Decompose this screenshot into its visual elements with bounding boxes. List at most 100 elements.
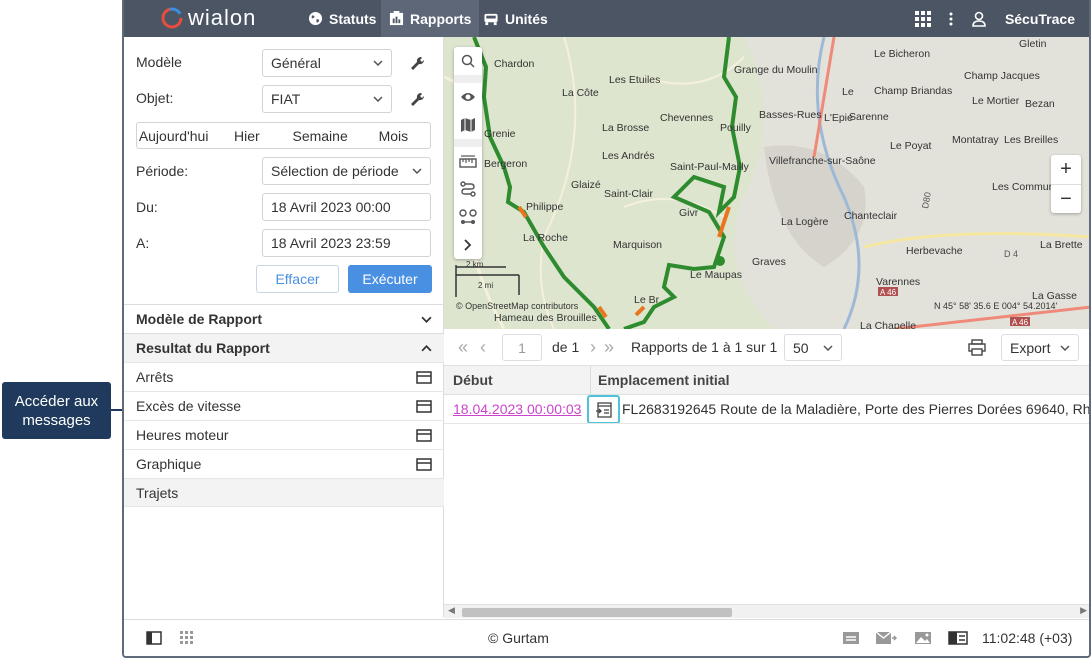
route-button[interactable] [454, 175, 482, 203]
table-view-icon[interactable] [416, 428, 432, 442]
nav-statuts[interactable]: Statuts [300, 0, 384, 37]
more-vertical-icon[interactable] [949, 12, 953, 26]
image-icon[interactable] [914, 631, 932, 645]
first-page-icon[interactable]: « [458, 337, 468, 358]
print-icon[interactable] [968, 339, 986, 356]
scroll-right-icon[interactable]: ▶ [1080, 605, 1087, 616]
nav-unites[interactable]: Unités [475, 0, 556, 37]
unit-panel-icon[interactable] [948, 631, 968, 645]
zoom-out-button[interactable]: − [1051, 184, 1081, 213]
zoom-controls: + − [1051, 155, 1081, 213]
route-icon [460, 181, 476, 197]
quick-today[interactable]: Aujourd'hui [137, 123, 210, 148]
road-label-a46: A 46 [1012, 318, 1029, 327]
column-header-emplacement[interactable]: Emplacement initial [598, 372, 729, 388]
report-template-section[interactable]: Modèle de Rapport [124, 304, 444, 333]
start-location[interactable]: FL2683192645 Route de la Maladière, Port… [622, 401, 1089, 417]
export-button[interactable]: Export [1001, 334, 1079, 361]
apps-grid-icon[interactable] [180, 631, 194, 645]
place-label: Le [842, 86, 854, 98]
place-label: Marquison [613, 239, 662, 251]
place-label: Pouilly [720, 122, 752, 134]
scroll-left-icon[interactable]: ◀ [448, 605, 455, 616]
page-input[interactable]: 1 [502, 334, 542, 361]
chevron-down-icon [373, 60, 383, 66]
modele-select[interactable]: Général [262, 49, 392, 77]
place-label: Chanteclair [844, 210, 898, 222]
result-item-heures-moteur[interactable]: Heures moteur [124, 420, 444, 449]
globe-icon [308, 11, 323, 26]
geofence-button[interactable] [454, 203, 482, 231]
map-view[interactable]: Chardon Grange du Moulin Le Bicheron Gle… [444, 37, 1089, 329]
next-page-icon[interactable]: › [590, 337, 596, 358]
messages-button[interactable] [587, 395, 620, 423]
map-icon [461, 118, 475, 132]
wialon-app: wialon Statuts Rapports Unités SécuTrace… [122, 0, 1091, 658]
a-label: A: [136, 235, 150, 251]
result-item-label: Trajets [136, 484, 179, 501]
chevron-right-icon [464, 239, 472, 251]
search-map-button[interactable] [454, 47, 482, 75]
per-page-select[interactable]: 50 [784, 334, 842, 361]
expand-toolbar-button[interactable] [454, 231, 482, 259]
panel-toggle-icon[interactable] [146, 631, 162, 645]
column-header-debut[interactable]: Début [453, 372, 493, 388]
place-label: Le Bicheron [874, 48, 930, 60]
place-label: Les Breilles [1004, 134, 1058, 146]
place-label: La Chapelle [860, 320, 916, 329]
table-view-icon[interactable] [416, 399, 432, 413]
scale-mi-label: 2 mi [478, 281, 493, 290]
scrollbar-thumb[interactable] [462, 608, 732, 617]
start-time-link[interactable]: 18.04.2023 00:00:03 [453, 401, 581, 417]
results-toolbar: « ‹ 1 de 1 › » Rapports de 1 à 1 sur 1 5… [444, 329, 1089, 366]
ruler-button[interactable] [454, 147, 482, 175]
prev-page-icon[interactable]: ‹ [480, 337, 486, 358]
execute-button[interactable]: Exécuter [348, 265, 432, 293]
messages-icon [595, 401, 612, 418]
place-label: La Brette [1040, 239, 1083, 251]
modele-label: Modèle [136, 54, 182, 70]
result-item-trajets[interactable]: Trajets [124, 478, 444, 507]
zoom-in-button[interactable]: + [1051, 155, 1081, 184]
nav-statuts-label: Statuts [329, 10, 377, 27]
place-label: Herbevache [906, 245, 963, 257]
quick-period-selector: Aujourd'hui Hier Semaine Mois [136, 122, 431, 149]
notifications-icon[interactable] [842, 631, 860, 645]
chevron-down-icon [823, 344, 833, 351]
periode-select[interactable]: Sélection de période [262, 157, 431, 185]
user-icon[interactable] [971, 11, 987, 27]
last-page-icon[interactable]: » [604, 337, 614, 358]
car-icon [484, 13, 498, 26]
horizontal-scrollbar[interactable]: ◀ ▶ [444, 604, 1089, 618]
place-label: Le Mortier [972, 95, 1020, 107]
place-label: Montatray [952, 134, 999, 146]
place-label: Bergeron [484, 158, 527, 170]
clear-button[interactable]: Effacer [256, 265, 339, 293]
map-layers-button[interactable] [454, 111, 482, 139]
wrench-icon[interactable] [410, 56, 426, 72]
quick-week[interactable]: Semaine [284, 123, 357, 148]
result-item-graphique[interactable]: Graphique [124, 449, 444, 478]
nav-rapports[interactable]: Rapports [381, 0, 480, 37]
logo[interactable]: wialon [160, 5, 256, 31]
du-input[interactable]: 18 Avril 2023 00:00 [262, 193, 431, 221]
place-label: Grenie [484, 128, 516, 140]
result-item-exces-vitesse[interactable]: Excès de vitesse [124, 391, 444, 420]
place-label: Sarenne [849, 111, 889, 123]
place-label: Hameau des Brouilles [494, 312, 597, 324]
result-item-arrets[interactable]: Arrêts [124, 362, 444, 391]
report-result-section[interactable]: Resultat du Rapport [124, 333, 444, 362]
quick-month[interactable]: Mois [357, 123, 430, 148]
quick-yesterday[interactable]: Hier [210, 123, 283, 148]
user-name[interactable]: SécuTrace [1005, 11, 1075, 27]
table-view-icon[interactable] [416, 370, 432, 384]
wrench-icon[interactable] [410, 92, 426, 108]
geofence-icon [459, 209, 477, 224]
table-view-icon[interactable] [416, 457, 432, 471]
visibility-button[interactable] [454, 83, 482, 111]
apps-grid-icon[interactable] [914, 10, 931, 27]
a-input[interactable]: 18 Avril 2023 23:59 [262, 229, 431, 257]
mail-icon[interactable] [875, 631, 897, 645]
objet-select[interactable]: FIAT [262, 85, 392, 113]
place-label: Givr [679, 207, 699, 219]
